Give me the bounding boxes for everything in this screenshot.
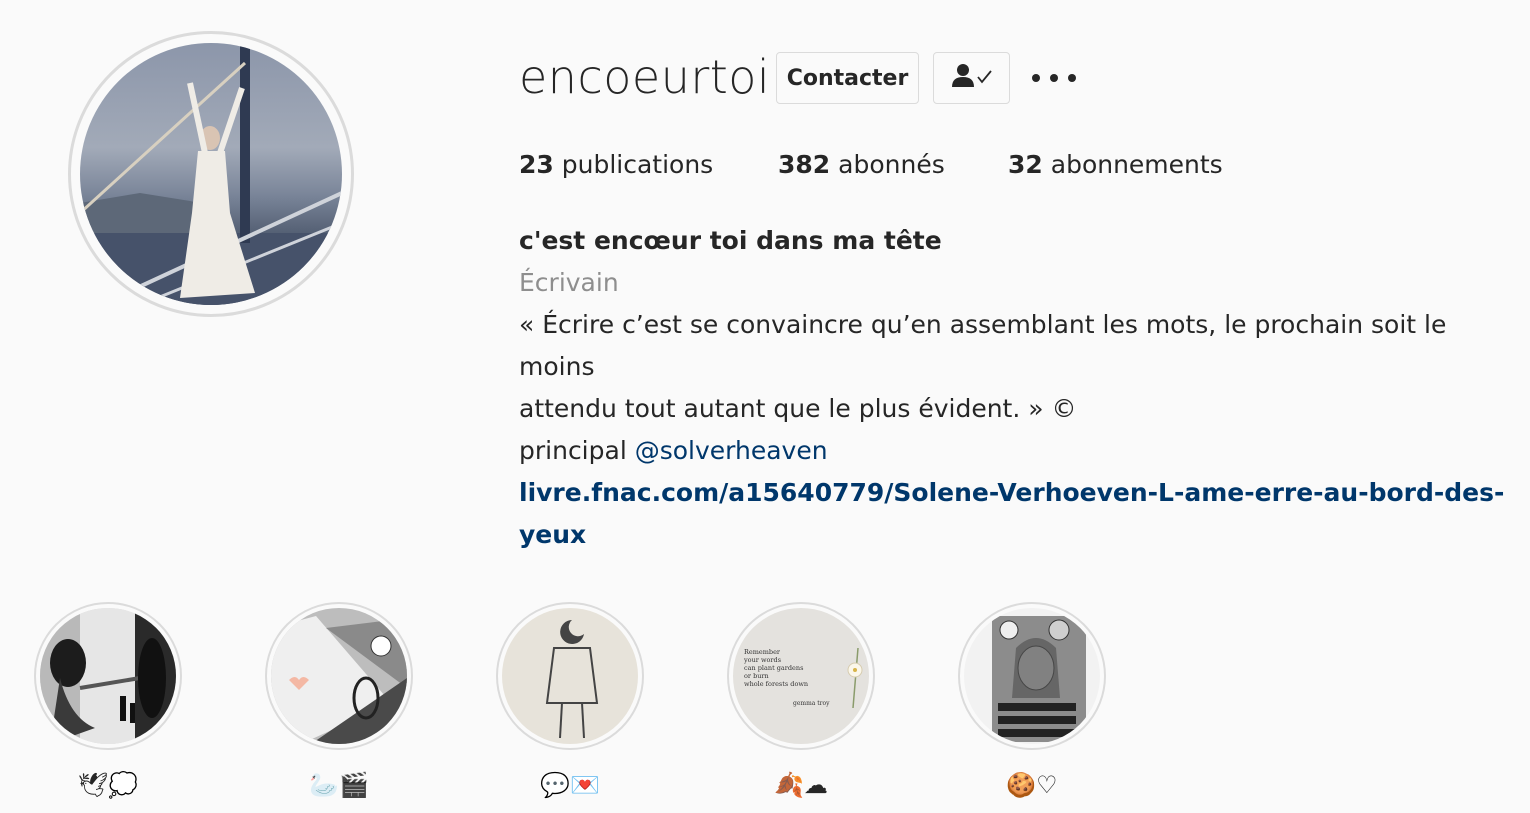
highlight-item[interactable]: 🦢🎬	[265, 602, 413, 802]
story-highlights: 🕊💭 🦢🎬 💬💌 Remember your words can plant g…	[0, 602, 1530, 813]
external-link[interactable]: livre.fnac.com/a15640779/Solene-Verhoeve…	[519, 472, 1519, 556]
posts-count: 23 publications	[519, 150, 714, 179]
more-dots-icon	[1032, 74, 1040, 82]
contact-button[interactable]: Contacter	[776, 52, 919, 104]
highlight-label: 💬💌	[540, 771, 600, 799]
bio-category: Écrivain	[519, 268, 619, 297]
following-button[interactable]	[933, 52, 1010, 104]
highlight-cover	[502, 608, 638, 744]
mention-link[interactable]: @solverheaven	[635, 436, 828, 465]
person-check-icon	[949, 61, 995, 95]
highlight-item[interactable]: 💬💌	[496, 602, 644, 802]
highlight-label: 🍂☁	[774, 771, 828, 799]
profile-avatar[interactable]	[68, 31, 354, 317]
bio-text-line-2: attendu tout autant que le plus évident.…	[519, 394, 1077, 423]
highlight-cover	[271, 608, 407, 744]
highlight-item[interactable]: Remember your words can plant gardens or…	[727, 602, 875, 802]
bio-name: c'est encœur toi dans ma tête	[519, 226, 942, 255]
highlight-cover: Remember your words can plant gardens or…	[733, 608, 869, 744]
followers-link[interactable]: 382 abonnés	[778, 150, 945, 179]
more-options-button[interactable]	[1032, 68, 1076, 88]
username: encoeurtoi	[519, 50, 771, 104]
highlight-item[interactable]: 🕊💭	[34, 602, 182, 802]
profile-photo	[80, 43, 342, 305]
bio-principal: principal @solverheaven	[519, 436, 828, 465]
bio-text-line-1: « Écrire c’est se convaincre qu’en assem…	[519, 310, 1447, 381]
highlight-item[interactable]: 🍪♡	[958, 602, 1106, 802]
highlight-label: 🦢🎬	[309, 771, 369, 799]
highlight-label: 🍪♡	[1006, 771, 1058, 799]
highlight-cover	[964, 608, 1100, 744]
highlight-cover	[40, 608, 176, 744]
profile-bio: c'est encœur toi dans ma tête Écrivain «…	[519, 220, 1519, 556]
following-link[interactable]: 32 abonnements	[1008, 150, 1223, 179]
highlight-label: 🕊💭	[77, 771, 139, 799]
